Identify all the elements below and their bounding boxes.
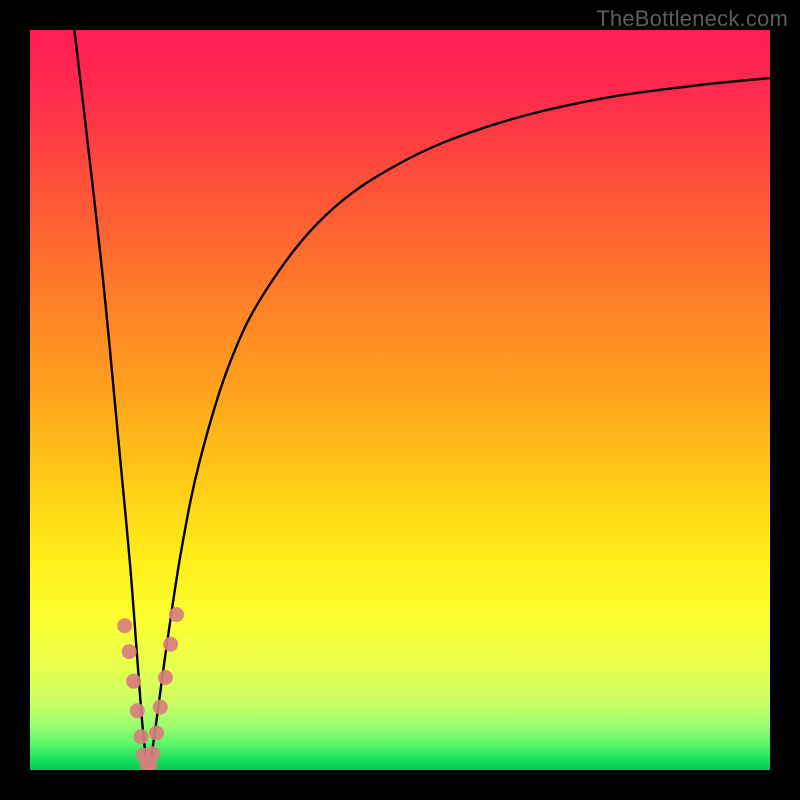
watermark-text: TheBottleneck.com bbox=[596, 6, 788, 32]
highlight-point bbox=[145, 746, 160, 761]
highlight-point bbox=[122, 644, 137, 659]
plot-area bbox=[30, 30, 770, 770]
highlight-point bbox=[158, 670, 173, 685]
curve-right bbox=[150, 78, 770, 766]
highlight-point bbox=[169, 607, 184, 622]
highlight-point bbox=[134, 729, 149, 744]
highlight-point bbox=[130, 703, 145, 718]
highlight-scatter bbox=[117, 607, 184, 770]
curve-left bbox=[74, 30, 147, 766]
curves-layer bbox=[30, 30, 770, 770]
highlight-point bbox=[149, 726, 164, 741]
highlight-point bbox=[163, 637, 178, 652]
chart-frame: TheBottleneck.com bbox=[0, 0, 800, 800]
highlight-point bbox=[153, 700, 168, 715]
highlight-point bbox=[117, 618, 132, 633]
highlight-point bbox=[126, 674, 141, 689]
